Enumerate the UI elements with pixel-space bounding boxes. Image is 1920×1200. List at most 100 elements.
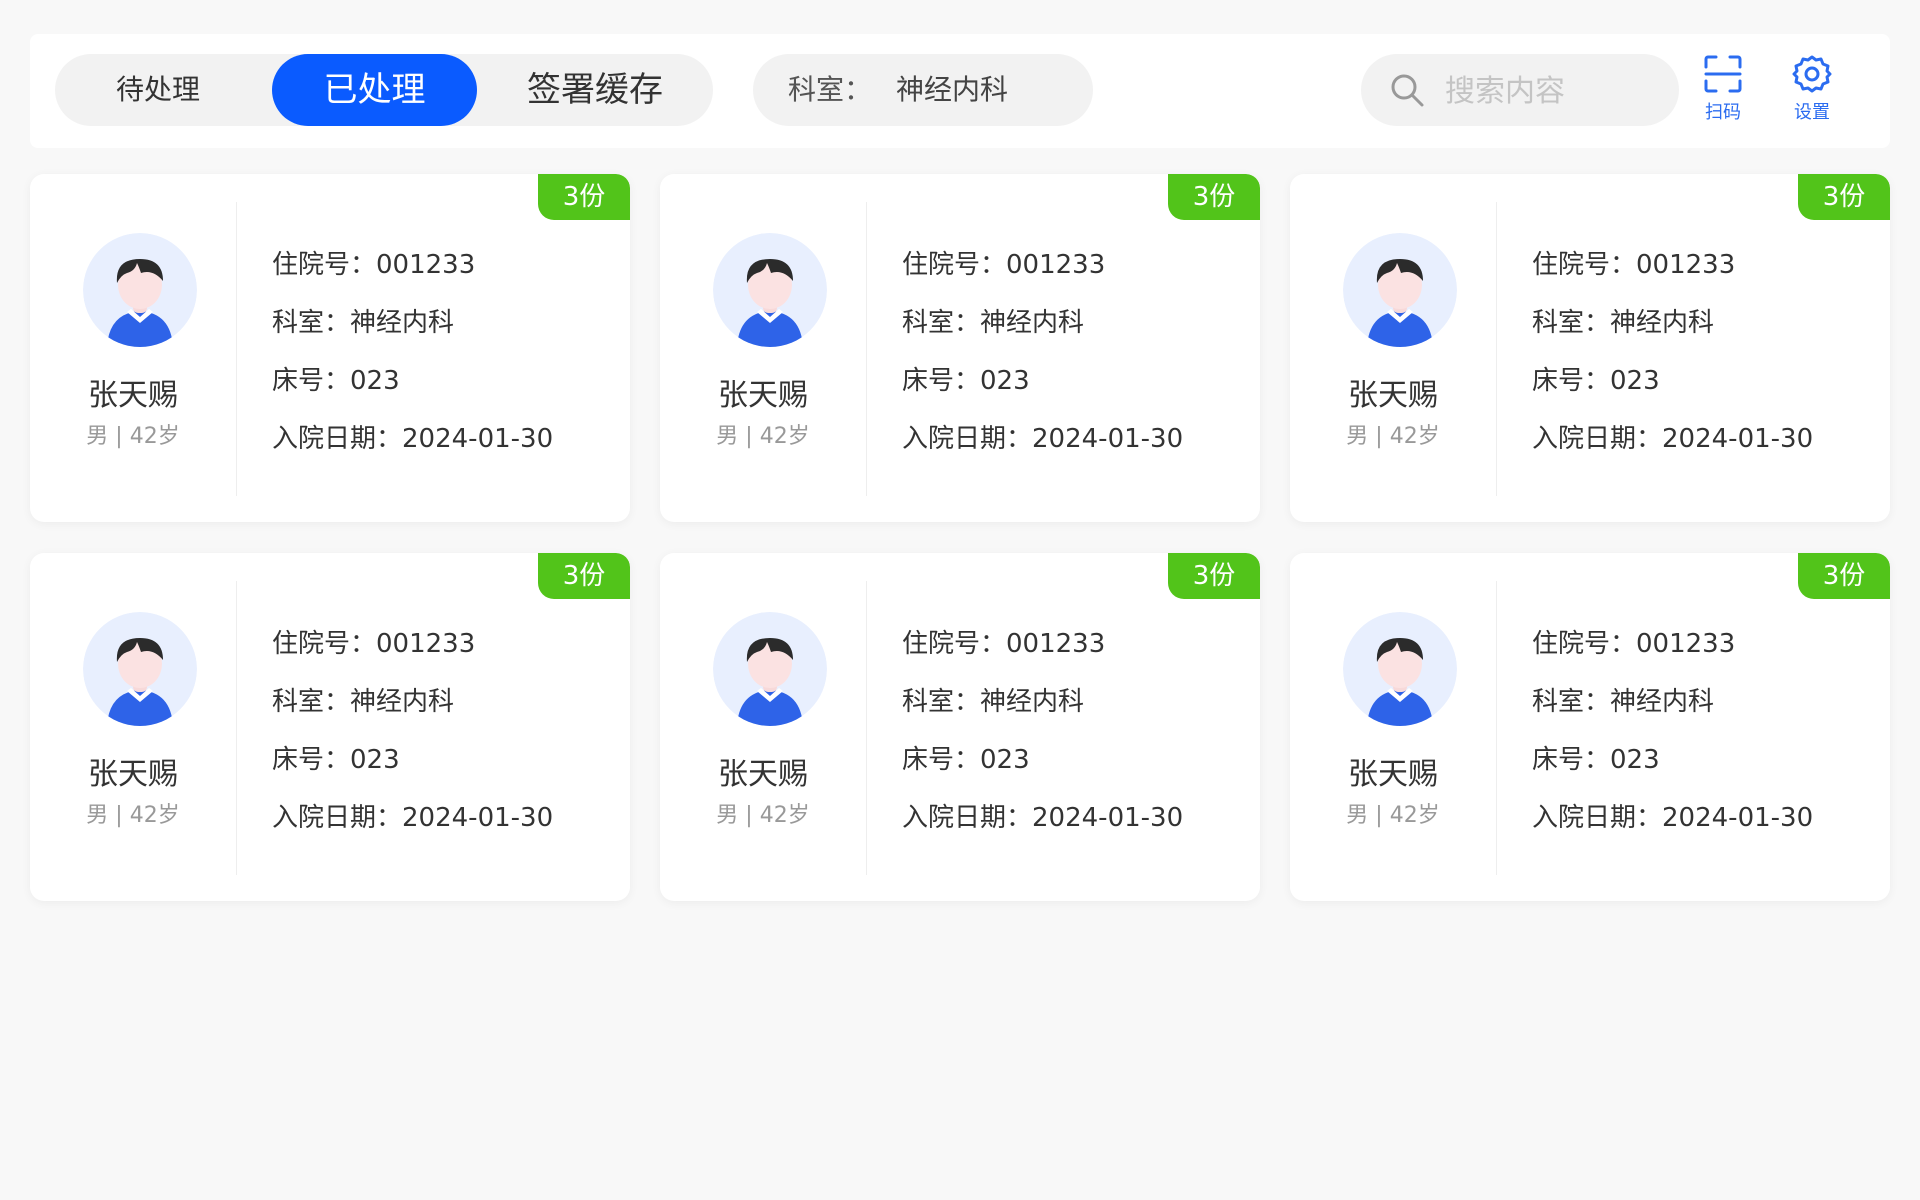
card-divider xyxy=(866,202,867,496)
admission-date-value: 2024-01-30 xyxy=(1032,424,1184,454)
avatar-icon xyxy=(83,612,197,726)
department-row: 科室：神经内科 xyxy=(272,681,454,718)
bed-number-row: 床号：023 xyxy=(902,739,1030,776)
admission-date-label: 入院日期： xyxy=(272,424,403,454)
document-count-badge: 3份 xyxy=(538,553,630,599)
department-row: 科室：神经内科 xyxy=(1532,681,1714,718)
bed-number-row: 床号：023 xyxy=(1532,739,1660,776)
card-divider xyxy=(1496,202,1497,496)
admission-number-row: 住院号：001233 xyxy=(1532,244,1735,281)
patient-card[interactable]: 3份 张天赐 男 | 42岁 住院号：001233 科室：神经内科 床号：023… xyxy=(30,553,630,901)
patient-name: 张天赐 xyxy=(88,378,178,413)
admission-date-label: 入院日期： xyxy=(1532,424,1663,454)
department-row: 科室：神经内科 xyxy=(1532,302,1714,339)
department-label: 科室： xyxy=(902,687,981,717)
admission-date-label: 入院日期： xyxy=(272,803,403,833)
bed-number-row: 床号：023 xyxy=(272,360,400,397)
document-count-badge: 3份 xyxy=(1798,174,1890,220)
admission-date-label: 入院日期： xyxy=(1532,803,1663,833)
patient-card[interactable]: 3份 张天赐 男 | 42岁 住院号：001233 科室：神经内科 床号：023… xyxy=(1290,553,1890,901)
admission-number-value: 001233 xyxy=(1006,250,1106,280)
tab-pending[interactable]: 待处理 xyxy=(55,54,261,126)
patient-card[interactable]: 3份 张天赐 男 | 42岁 住院号：001233 科室：神经内科 床号：023… xyxy=(30,174,630,522)
settings-label: 设置 xyxy=(1794,102,1830,123)
department-filter[interactable]: 科室： 神经内科 xyxy=(753,54,1093,126)
admission-number-label: 住院号： xyxy=(272,629,377,659)
patient-gender-age: 男 | 42岁 xyxy=(1346,803,1440,828)
admission-number-label: 住院号： xyxy=(1532,629,1637,659)
department-label: 科室： xyxy=(272,687,351,717)
patient-name: 张天赐 xyxy=(1348,378,1438,413)
patient-gender-age: 男 | 42岁 xyxy=(86,803,180,828)
admission-number-value: 001233 xyxy=(376,629,476,659)
admission-date-value: 2024-01-30 xyxy=(1662,424,1814,454)
admission-date-label: 入院日期： xyxy=(902,424,1033,454)
department-row: 科室：神经内科 xyxy=(902,681,1084,718)
patient-card[interactable]: 3份 张天赐 男 | 42岁 住院号：001233 科室：神经内科 床号：023… xyxy=(1290,174,1890,522)
admission-date-value: 2024-01-30 xyxy=(1032,803,1184,833)
bed-number-value: 023 xyxy=(980,745,1030,775)
admission-date-value: 2024-01-30 xyxy=(402,803,554,833)
avatar-icon xyxy=(1343,233,1457,347)
admission-number-value: 001233 xyxy=(1006,629,1106,659)
department-value: 神经内科 xyxy=(350,308,455,338)
search-input[interactable] xyxy=(1443,66,1667,116)
admission-number-label: 住院号： xyxy=(1532,250,1637,280)
patient-name: 张天赐 xyxy=(718,757,808,792)
card-divider xyxy=(1496,581,1497,875)
admission-date-row: 入院日期：2024-01-30 xyxy=(902,418,1183,455)
search-icon xyxy=(1391,74,1424,107)
department-filter-value: 神经内科 xyxy=(896,73,1009,106)
bed-number-value: 023 xyxy=(980,366,1030,396)
bed-number-label: 床号： xyxy=(1532,745,1611,775)
document-count-badge: 3份 xyxy=(1798,553,1890,599)
department-label: 科室： xyxy=(272,308,351,338)
admission-number-value: 001233 xyxy=(376,250,476,280)
bed-number-row: 床号：023 xyxy=(1532,360,1660,397)
search-box xyxy=(1361,54,1679,126)
bed-number-label: 床号： xyxy=(902,366,981,396)
admission-number-value: 001233 xyxy=(1636,629,1736,659)
admission-date-value: 2024-01-30 xyxy=(1662,803,1814,833)
bed-number-label: 床号： xyxy=(1532,366,1611,396)
admission-number-label: 住院号： xyxy=(902,629,1007,659)
patient-card[interactable]: 3份 张天赐 男 | 42岁 住院号：001233 科室：神经内科 床号：023… xyxy=(660,174,1260,522)
department-value: 神经内科 xyxy=(980,687,1085,717)
bed-number-row: 床号：023 xyxy=(272,739,400,776)
department-row: 科室：神经内科 xyxy=(272,302,454,339)
scan-label: 扫码 xyxy=(1705,102,1741,123)
admission-date-row: 入院日期：2024-01-30 xyxy=(1532,797,1813,834)
document-count-badge: 3份 xyxy=(538,174,630,220)
patient-gender-age: 男 | 42岁 xyxy=(716,803,810,828)
department-label: 科室： xyxy=(1532,308,1611,338)
admission-date-row: 入院日期：2024-01-30 xyxy=(272,418,553,455)
admission-date-value: 2024-01-30 xyxy=(402,424,554,454)
avatar-icon xyxy=(713,612,827,726)
gear-icon xyxy=(1792,55,1832,93)
patient-card[interactable]: 3份 张天赐 男 | 42岁 住院号：001233 科室：神经内科 床号：023… xyxy=(660,553,1260,901)
department-label: 科室： xyxy=(1532,687,1611,717)
admission-number-value: 001233 xyxy=(1636,250,1736,280)
scan-button[interactable]: 扫码 xyxy=(1688,54,1758,134)
settings-button[interactable]: 设置 xyxy=(1777,54,1847,134)
admission-date-row: 入院日期：2024-01-30 xyxy=(1532,418,1813,455)
bed-number-label: 床号： xyxy=(272,745,351,775)
card-divider xyxy=(866,581,867,875)
scan-icon xyxy=(1704,55,1742,93)
department-value: 神经内科 xyxy=(1610,687,1715,717)
bed-number-value: 023 xyxy=(350,366,400,396)
department-value: 神经内科 xyxy=(980,308,1085,338)
tab-sign-cache[interactable]: 签署缓存 xyxy=(477,54,713,126)
bed-number-row: 床号：023 xyxy=(902,360,1030,397)
patient-name: 张天赐 xyxy=(1348,757,1438,792)
admission-number-label: 住院号： xyxy=(902,250,1007,280)
patient-gender-age: 男 | 42岁 xyxy=(86,424,180,449)
document-count-badge: 3份 xyxy=(1168,174,1260,220)
tab-processed[interactable]: 已处理 xyxy=(272,54,477,126)
document-count-badge: 3份 xyxy=(1168,553,1260,599)
department-value: 神经内科 xyxy=(350,687,455,717)
admission-date-row: 入院日期：2024-01-30 xyxy=(902,797,1183,834)
admission-number-row: 住院号：001233 xyxy=(902,244,1105,281)
card-divider xyxy=(236,202,237,496)
avatar-icon xyxy=(83,233,197,347)
